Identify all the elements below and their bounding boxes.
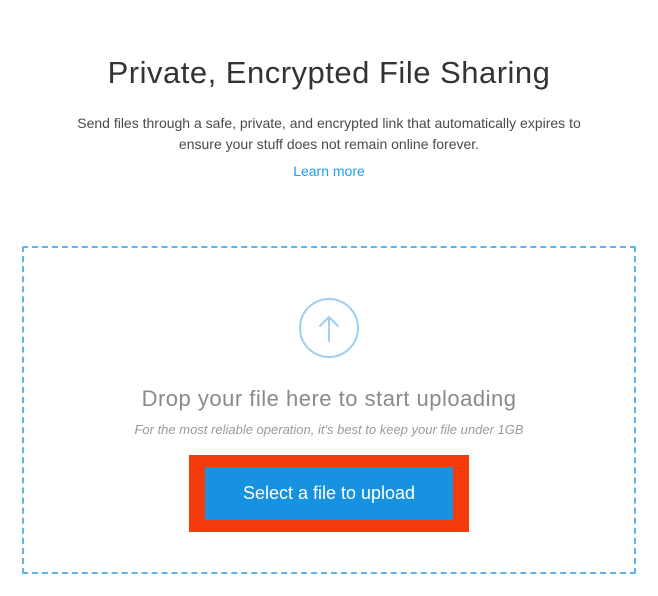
learn-more-link[interactable]: Learn more	[293, 163, 365, 179]
dropzone-wrapper: Drop your file here to start uploading F…	[0, 216, 658, 574]
dropzone[interactable]: Drop your file here to start uploading F…	[22, 246, 636, 574]
page-container: Private, Encrypted File Sharing Send fil…	[0, 0, 658, 574]
button-highlight: Select a file to upload	[189, 455, 469, 532]
select-file-button[interactable]: Select a file to upload	[205, 467, 453, 520]
page-title: Private, Encrypted File Sharing	[40, 55, 618, 91]
page-subtitle: Send files through a safe, private, and …	[64, 113, 594, 155]
hero-section: Private, Encrypted File Sharing Send fil…	[0, 0, 658, 181]
dropzone-hint: For the most reliable operation, it's be…	[44, 422, 614, 437]
upload-icon	[299, 298, 359, 358]
arrow-up-icon	[316, 313, 342, 343]
dropzone-title: Drop your file here to start uploading	[44, 386, 614, 412]
